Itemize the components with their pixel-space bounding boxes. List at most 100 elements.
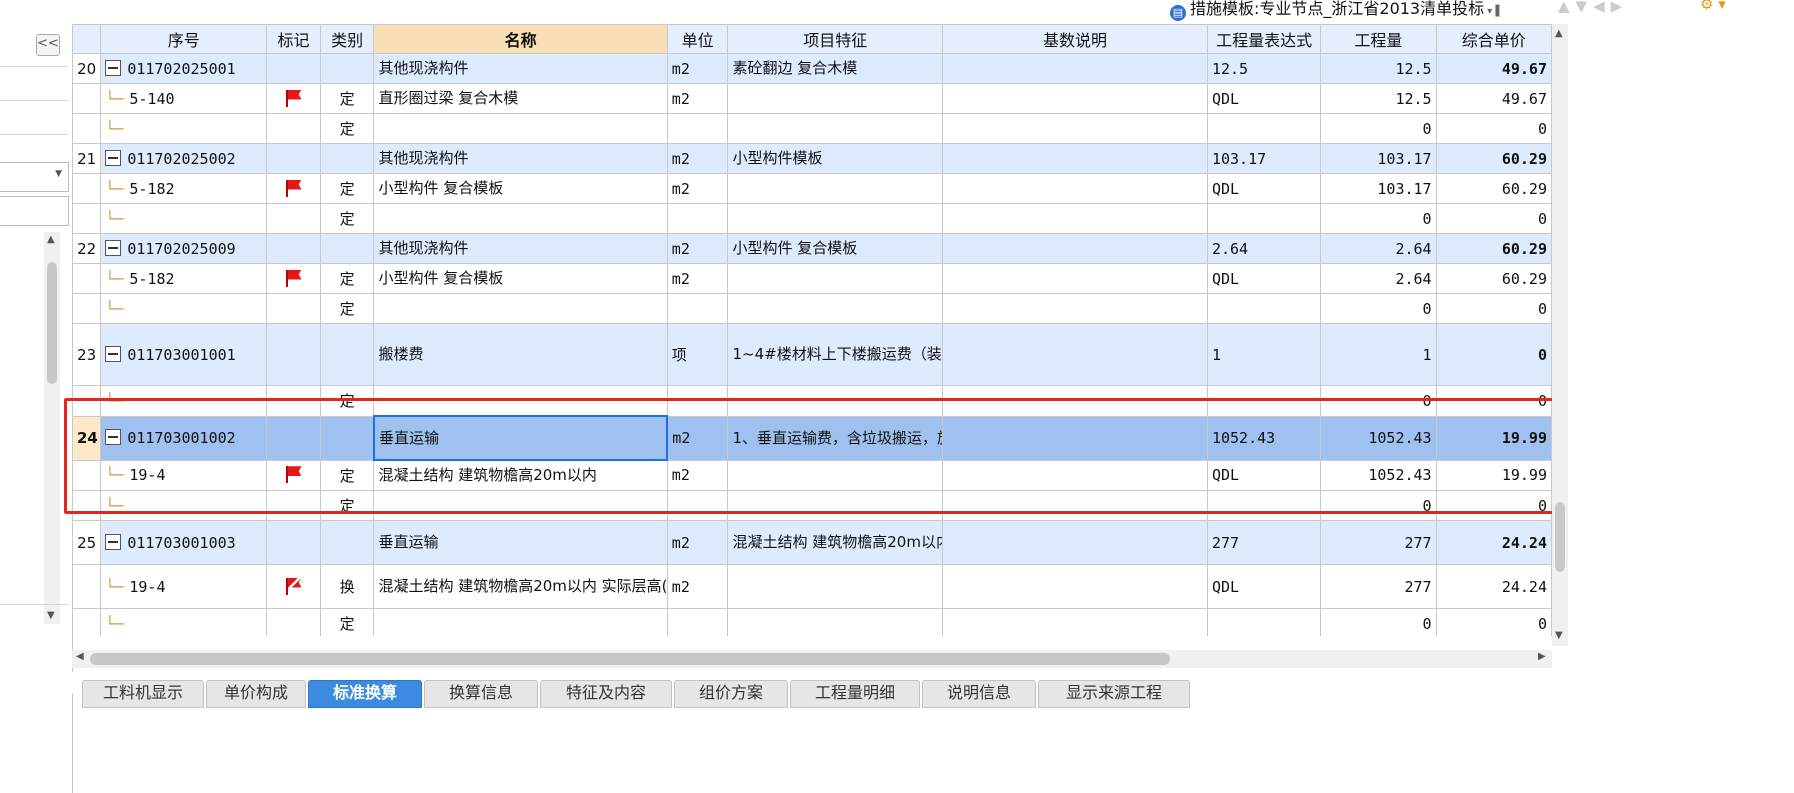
name-cell[interactable]: 小型构件 复合模板 (373, 263, 668, 294)
flag-cell[interactable] (266, 233, 321, 264)
child-row[interactable]: └─ 19-4 换混凝土结构 建筑物檐高20m以内 实际层高(m):5m2 QDL27… (72, 564, 1552, 609)
basis-cell[interactable] (941, 203, 1208, 234)
unit-cell[interactable]: m2 (666, 173, 729, 204)
category-cell[interactable]: 定 (319, 293, 375, 324)
code-cell[interactable]: └─ (100, 608, 268, 636)
scroll-up-icon[interactable]: ▲ (1555, 28, 1563, 39)
basis-cell[interactable] (941, 83, 1208, 114)
settings-gear-icon[interactable]: ⚙ ▾ (1700, 0, 1726, 13)
tab-pricing-plan[interactable]: 组价方案 (674, 680, 788, 708)
code-cell[interactable]: └─ 19-4 (100, 564, 268, 609)
unit-cell[interactable]: m2 (666, 233, 729, 264)
code-cell[interactable]: └─ 5-140 (100, 83, 268, 114)
child-row[interactable]: └─ 5-140 定直形圈过梁 复合木模 m2 QDL 12.5 49.67 (72, 83, 1552, 114)
scroll-thumb[interactable] (90, 653, 1170, 665)
unit-cell[interactable] (666, 608, 729, 636)
code-cell[interactable]: 011702025002 (100, 143, 268, 174)
grid-vertical-scrollbar[interactable]: ▲ ▼ (1552, 24, 1568, 646)
scroll-up-icon[interactable]: ▲ (47, 234, 55, 245)
expression-cell[interactable]: QDL (1206, 564, 1322, 609)
navigation-arrows[interactable]: ▲▼◀▶ (1558, 0, 1628, 15)
flag-cell[interactable] (266, 203, 321, 234)
unit-cell[interactable]: m2 (666, 83, 729, 114)
flag-cell[interactable] (266, 53, 321, 84)
name-cell[interactable]: 垂直运输 (373, 520, 668, 565)
left-scrollbar[interactable]: ▲ ▼ (44, 232, 60, 624)
basis-cell[interactable] (941, 113, 1208, 144)
feature-cell[interactable] (727, 83, 943, 114)
quantity-cell[interactable]: 2.64 (1320, 263, 1437, 294)
tab-description[interactable]: 说明信息 (922, 680, 1036, 708)
tab-conversion-info[interactable]: 换算信息 (424, 680, 538, 708)
expression-cell[interactable] (1206, 608, 1322, 636)
quantity-cell[interactable]: 0 (1320, 203, 1437, 234)
expression-cell[interactable]: QDL (1206, 173, 1322, 204)
col-header-name[interactable]: 名称 (373, 24, 668, 54)
expression-cell[interactable]: 12.5 (1206, 53, 1322, 84)
child-row[interactable]: └─ 定 0 0 (72, 203, 1552, 234)
feature-cell[interactable] (727, 173, 943, 204)
expression-cell[interactable]: 103.17 (1206, 143, 1322, 174)
list-row[interactable]: 22 011702025009 其他现浇构件 m2 小型构件 复合模板 2.64 2.64 6… (72, 233, 1552, 264)
category-cell[interactable]: 定 (319, 83, 375, 114)
flag-cell[interactable] (266, 520, 321, 565)
category-cell[interactable] (319, 233, 375, 264)
name-cell[interactable]: 其他现浇构件 (373, 143, 668, 174)
code-cell[interactable]: └─ (100, 113, 268, 144)
quantity-cell[interactable]: 277 (1320, 564, 1437, 609)
category-cell[interactable]: 定 (319, 263, 375, 294)
quantity-cell[interactable]: 12.5 (1320, 53, 1437, 84)
grid-horizontal-scrollbar[interactable]: ◀ ▶ (72, 650, 1552, 668)
col-header-code[interactable]: 序号 (100, 24, 268, 54)
quantity-cell[interactable]: 103.17 (1320, 173, 1437, 204)
basis-cell[interactable] (941, 263, 1208, 294)
tab-price-composition[interactable]: 单价构成 (206, 680, 306, 708)
unit-cell[interactable]: m2 (666, 53, 729, 84)
unit-cell[interactable] (666, 203, 729, 234)
quantity-cell[interactable]: 1 (1320, 323, 1437, 386)
collapse-toggle-icon[interactable] (105, 345, 122, 362)
arrow-left-icon[interactable]: ◀ (1593, 0, 1611, 15)
feature-cell[interactable]: 素砼翻边 复合木模 (727, 53, 943, 84)
basis-cell[interactable] (941, 520, 1208, 565)
unit-cell[interactable] (666, 293, 729, 324)
code-cell[interactable]: 011703001001 (100, 323, 268, 386)
collapse-toggle-icon[interactable] (105, 149, 122, 166)
flag-cell[interactable] (266, 323, 321, 386)
tab-features-content[interactable]: 特征及内容 (540, 680, 672, 708)
expression-cell[interactable] (1206, 293, 1322, 324)
expression-cell[interactable]: QDL (1206, 263, 1322, 294)
flag-cell[interactable] (266, 143, 321, 174)
basis-cell[interactable] (941, 293, 1208, 324)
quantity-cell[interactable]: 2.64 (1320, 233, 1437, 264)
category-cell[interactable] (319, 323, 375, 386)
basis-cell[interactable] (941, 608, 1208, 636)
name-cell[interactable]: 其他现浇构件 (373, 233, 668, 264)
expression-cell[interactable]: QDL (1206, 83, 1322, 114)
template-selector[interactable]: ▤ 措施模板:专业节点_浙江省2013清单投标 ▾ ▌ (1170, 0, 1503, 21)
category-cell[interactable] (319, 520, 375, 565)
quantity-cell[interactable]: 0 (1320, 113, 1437, 144)
name-cell[interactable]: 搬楼费 (373, 323, 668, 386)
quantity-cell[interactable]: 0 (1320, 293, 1437, 324)
expression-cell[interactable]: 2.64 (1206, 233, 1322, 264)
list-row[interactable]: 25 011703001003 垂直运输m2混凝土结构 建筑物檐高20m以内 实际层… (72, 520, 1552, 565)
basis-cell[interactable] (941, 233, 1208, 264)
code-cell[interactable]: 011703001003 (100, 520, 268, 565)
col-header-expression[interactable]: 工程量表达式 (1206, 24, 1322, 54)
feature-cell[interactable] (727, 293, 943, 324)
search-input[interactable] (0, 196, 69, 226)
basis-cell[interactable] (941, 323, 1208, 386)
feature-cell[interactable]: 混凝土结构 建筑物檐高20m以内 实际层高(m):5 (727, 520, 943, 565)
scroll-down-icon[interactable]: ▼ (1555, 630, 1563, 641)
name-cell[interactable] (373, 293, 668, 324)
name-cell[interactable]: 其他现浇构件 (373, 53, 668, 84)
col-header-flag[interactable]: 标记 (266, 24, 321, 54)
quantity-cell[interactable]: 0 (1320, 608, 1437, 636)
flag-cell[interactable] (266, 293, 321, 324)
name-cell[interactable]: 小型构件 复合模板 (373, 173, 668, 204)
move-up-icon[interactable]: ▲ (1558, 0, 1576, 15)
collapse-toggle-icon[interactable] (105, 533, 122, 550)
quantity-cell[interactable]: 277 (1320, 520, 1437, 565)
flag-cell[interactable] (266, 173, 321, 204)
